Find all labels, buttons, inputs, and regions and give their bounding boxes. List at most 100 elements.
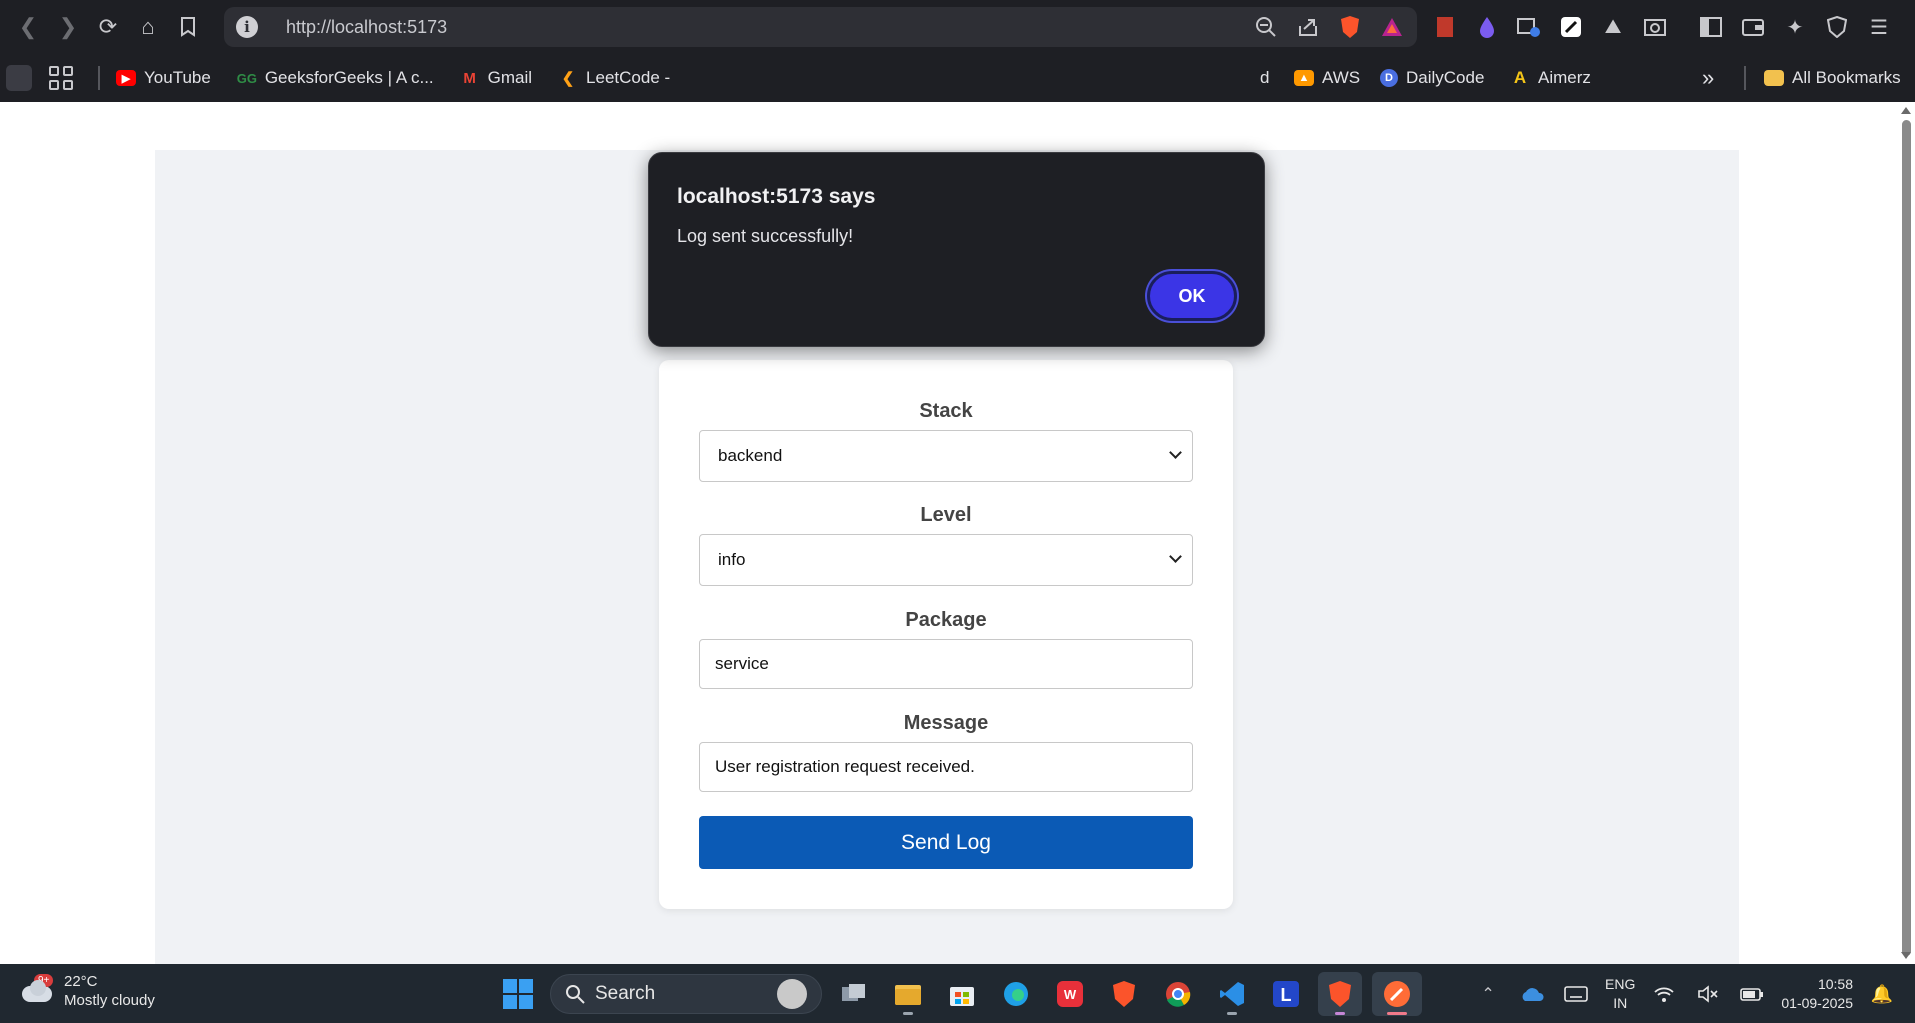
apps-grid-icon[interactable] <box>48 65 74 91</box>
ok-button[interactable]: OK <box>1147 271 1237 321</box>
scroll-up-icon[interactable] <box>1901 107 1911 114</box>
system-tray: ⌃ ENG IN 10:58 01-09-2025 🔔 <box>1473 972 1897 1016</box>
bookmark-aws[interactable]: ▲ AWS <box>1294 68 1360 88</box>
home-icon[interactable]: ⌂ <box>128 7 168 47</box>
bookmark-divider <box>98 66 100 90</box>
all-bookmarks-folder[interactable]: All Bookmarks <box>1764 68 1901 88</box>
reading-icon[interactable] <box>1430 12 1460 42</box>
postman-icon[interactable] <box>1372 972 1422 1016</box>
bookmark-divider <box>1744 66 1746 90</box>
message-input[interactable]: User registration request received. <box>699 742 1193 792</box>
package-label: Package <box>905 609 987 631</box>
package-value: service <box>715 654 769 673</box>
edge-icon[interactable] <box>994 972 1038 1016</box>
file-explorer-icon[interactable] <box>886 972 930 1016</box>
bookmark-hidden[interactable]: d <box>1260 68 1269 88</box>
wifi-icon[interactable] <box>1649 979 1679 1009</box>
log-form: Stack backend Level info Package service… <box>659 360 1233 909</box>
chevron-up-icon[interactable]: ⌃ <box>1473 979 1503 1009</box>
bookmark-icon[interactable] <box>168 7 208 47</box>
share-icon[interactable] <box>1293 12 1323 42</box>
zoom-icon[interactable] <box>1251 12 1281 42</box>
level-select[interactable]: info <box>699 534 1193 586</box>
menu-icon[interactable]: ☰ <box>1864 12 1894 42</box>
brave-browser-icon[interactable] <box>1102 972 1146 1016</box>
bookmark-aimerz[interactable]: A Aimerz <box>1510 68 1591 88</box>
profile-square-icon[interactable] <box>6 65 32 91</box>
send-log-button[interactable]: Send Log <box>699 816 1193 869</box>
page-scrollbar[interactable] <box>1898 102 1915 964</box>
notification-bell-icon[interactable]: 🔔 <box>1867 979 1897 1009</box>
cloud-icon: 9+ <box>20 974 54 1004</box>
svg-text:W: W <box>1064 987 1077 1002</box>
package-input[interactable]: service <box>699 639 1193 689</box>
scroll-down-icon[interactable] <box>1901 952 1911 959</box>
tab-manager-icon[interactable] <box>1514 12 1544 42</box>
microsoft-store-icon[interactable] <box>940 972 984 1016</box>
back-icon[interactable]: ❮ <box>8 7 48 47</box>
clock-time: 10:58 <box>1817 976 1853 992</box>
bookmark-geeksforgeeks[interactable]: GG GeeksforGeeks | A c... <box>237 68 434 88</box>
drop-extension-icon[interactable] <box>1472 12 1502 42</box>
volume-muted-icon[interactable] <box>1693 979 1723 1009</box>
bookmark-youtube[interactable]: ▶ YouTube <box>116 68 211 88</box>
url-text[interactable]: http://localhost:5173 <box>286 17 447 38</box>
leo-ai-icon[interactable]: ✦ <box>1780 12 1810 42</box>
level-label: Level <box>920 504 972 526</box>
bookmark-label: YouTube <box>144 68 211 87</box>
brave-rewards-icon[interactable] <box>1377 12 1407 42</box>
brave-shields-icon[interactable] <box>1335 12 1365 42</box>
extensions-puzzle-icon[interactable]: ⛰ <box>1598 12 1628 42</box>
wps-office-icon[interactable]: W <box>1048 972 1092 1016</box>
l-app-icon[interactable]: L <box>1264 972 1308 1016</box>
windows-start-icon[interactable] <box>496 972 540 1016</box>
vscode-icon[interactable] <box>1210 972 1254 1016</box>
weather-widget[interactable]: 9+ 22°C Mostly cloudy <box>20 972 155 1010</box>
forward-icon[interactable]: ❯ <box>48 7 88 47</box>
vpn-shield-icon[interactable] <box>1822 12 1852 42</box>
bookmark-label: Aimerz <box>1538 68 1591 87</box>
site-info-icon[interactable]: i <box>236 16 258 38</box>
scroll-thumb[interactable] <box>1902 120 1911 956</box>
taskbar-search[interactable]: Search <box>550 974 822 1014</box>
clock-date: 01-09-2025 <box>1781 995 1853 1011</box>
message-value: User registration request received. <box>715 757 975 776</box>
keyboard-icon[interactable] <box>1561 979 1591 1009</box>
capture-icon[interactable] <box>1640 12 1670 42</box>
bookmark-dailycode[interactable]: D DailyCode <box>1380 68 1484 88</box>
task-view-icon[interactable] <box>832 972 876 1016</box>
bookmark-gmail[interactable]: M Gmail <box>460 68 532 88</box>
bookmark-label: LeetCode - <box>586 68 671 87</box>
weather-condition: Mostly cloudy <box>64 992 155 1009</box>
bookmarks-bar: ▶ YouTube GG GeeksforGeeks | A c... M Gmail… <box>0 55 1915 101</box>
level-value: info <box>718 550 746 569</box>
bookmark-label: Gmail <box>487 68 533 87</box>
reload-icon[interactable]: ⟳ <box>88 7 128 47</box>
search-highlight-icon <box>777 979 807 1009</box>
search-icon <box>566 985 585 1004</box>
battery-icon[interactable] <box>1737 979 1767 1009</box>
brave-active-icon[interactable] <box>1318 972 1362 1016</box>
clock[interactable]: 10:58 01-09-2025 <box>1781 975 1853 1013</box>
stack-value: backend <box>718 446 783 465</box>
chrome-icon[interactable] <box>1156 972 1200 1016</box>
search-label: Search <box>595 983 656 1004</box>
gfg-icon: GG <box>236 70 257 86</box>
sidebar-icon[interactable] <box>1696 12 1726 42</box>
notes-extension-icon[interactable] <box>1556 12 1586 42</box>
taskbar: 9+ 22°C Mostly cloudy Search W L ⌃ ENG I… <box>0 964 1915 1023</box>
more-bookmarks-icon[interactable]: » <box>1702 65 1714 91</box>
stack-select[interactable]: backend <box>699 430 1193 482</box>
onedrive-icon[interactable] <box>1517 979 1547 1009</box>
all-bookmarks-label: All Bookmarks <box>1792 68 1901 87</box>
browser-chrome: ❮ ❯ ⟳ ⌂ i http://localhost:5173 ⛰ ✦ ☰ ▶ … <box>0 0 1915 102</box>
language-indicator[interactable]: ENG IN <box>1605 975 1635 1013</box>
bookmark-label: d <box>1260 68 1270 87</box>
chevron-down-icon <box>1169 446 1182 459</box>
extensions-row: ⛰ ✦ ☰ <box>1430 7 1894 47</box>
lang-top: ENG <box>1605 976 1636 992</box>
wallet-icon[interactable] <box>1738 12 1768 42</box>
folder-icon <box>1764 70 1784 86</box>
address-bar[interactable]: i http://localhost:5173 <box>224 7 1417 47</box>
bookmark-leetcode[interactable]: ❮ LeetCode - <box>558 68 670 88</box>
